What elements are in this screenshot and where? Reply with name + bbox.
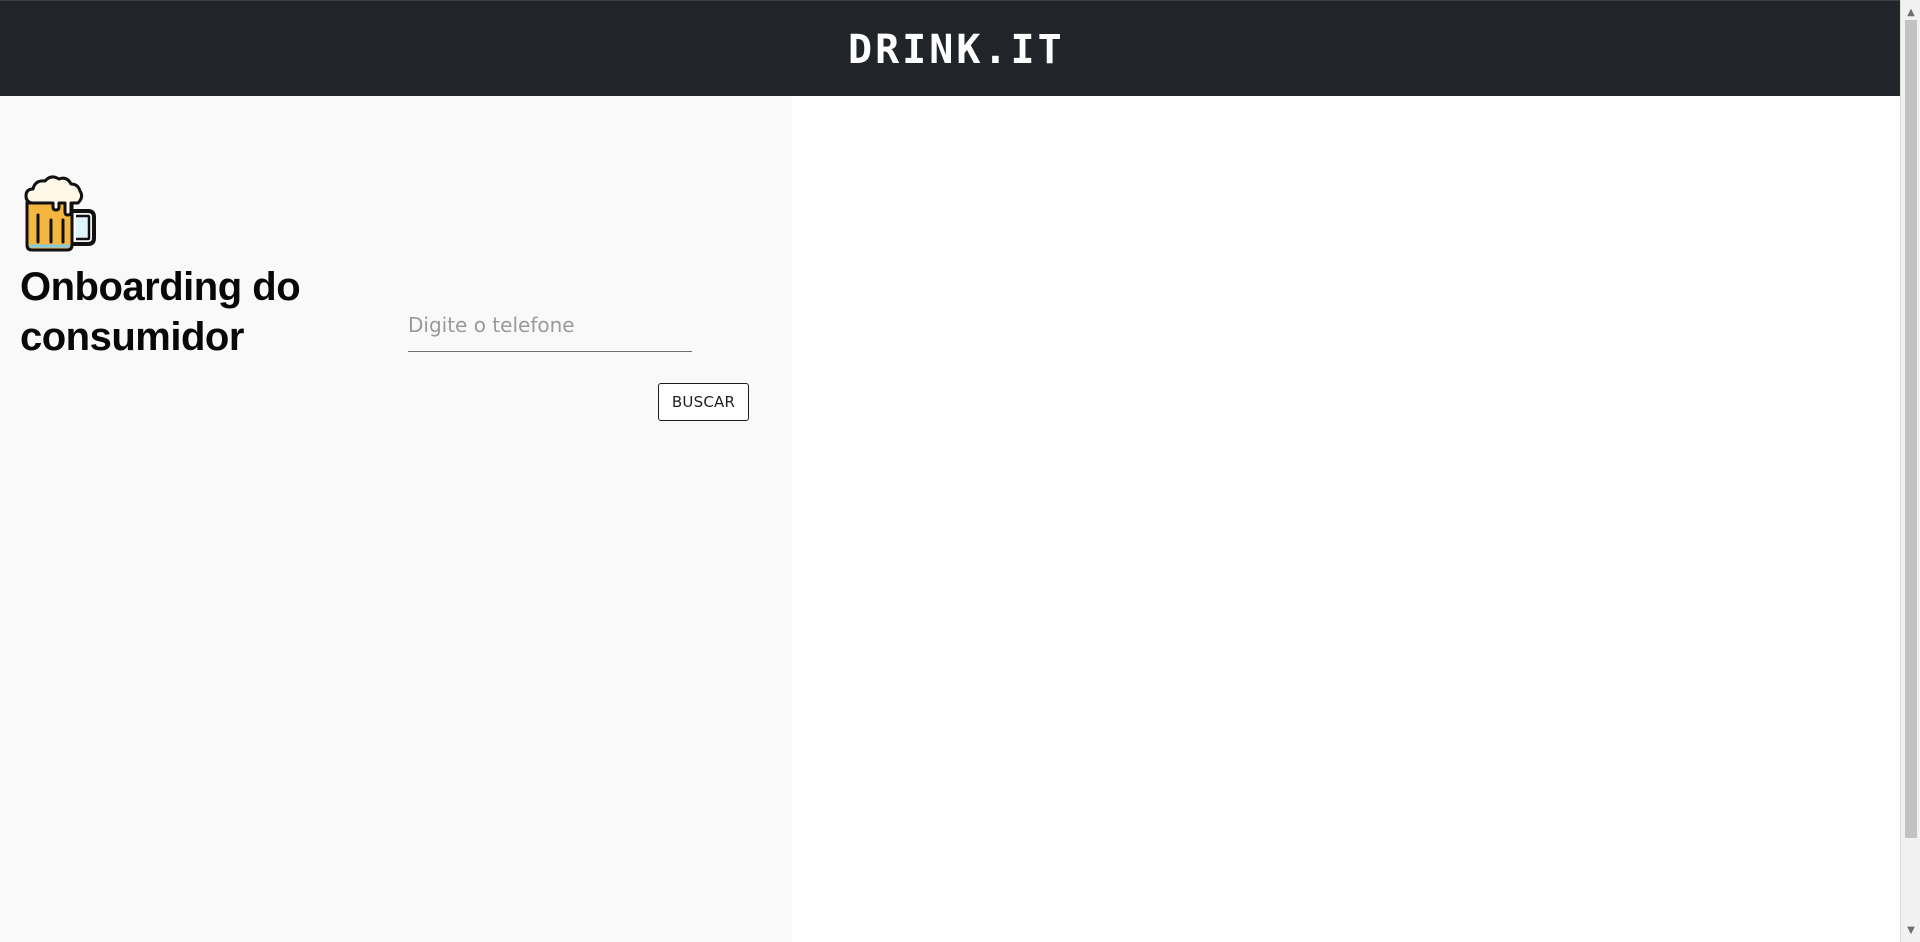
- brand-logo[interactable]: DRINK.IT: [848, 11, 1062, 89]
- phone-search-field: [408, 306, 692, 352]
- page: DRINK.IT Onboarding do consumidor BUSCAR…: [0, 0, 1920, 942]
- top-navigation-bar: DRINK.IT: [0, 0, 1900, 96]
- page-title: Onboarding do consumidor: [20, 265, 301, 359]
- consumer-onboarding-panel: [0, 96, 792, 942]
- beer-mug-icon: [24, 175, 96, 252]
- scroll-down-icon[interactable]: ▼: [1901, 922, 1920, 940]
- results-panel: [792, 96, 1900, 942]
- phone-input[interactable]: [408, 306, 692, 352]
- search-button[interactable]: BUSCAR: [658, 383, 749, 421]
- vertical-scrollbar[interactable]: ▲ ▼: [1900, 0, 1920, 942]
- scrollbar-thumb[interactable]: [1905, 20, 1917, 838]
- beer-mug-icon-shape: [24, 175, 96, 252]
